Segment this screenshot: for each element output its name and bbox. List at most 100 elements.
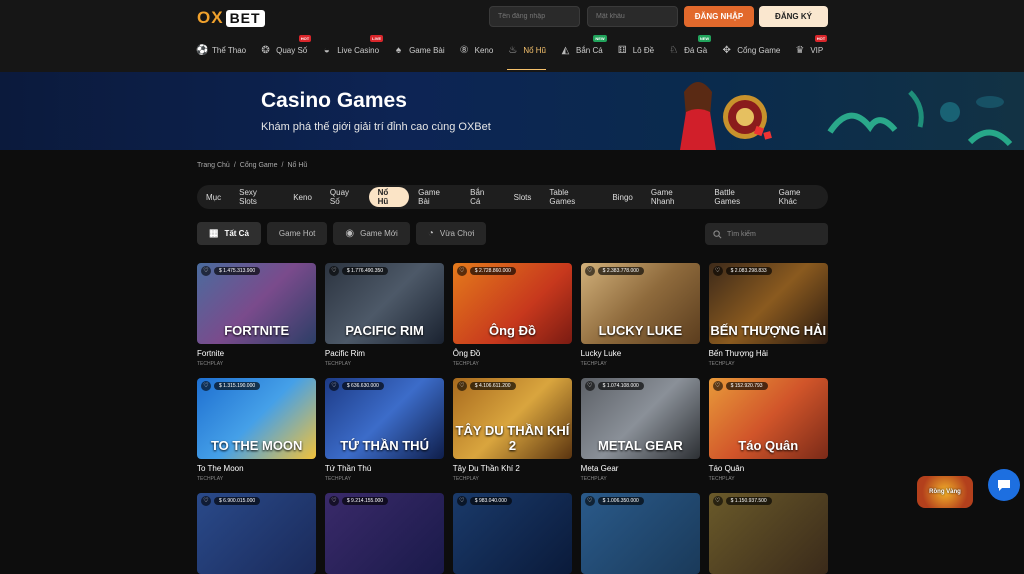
category-tab[interactable]: Bingo: [603, 187, 641, 207]
category-tab[interactable]: Keno: [284, 187, 321, 207]
filter-button[interactable]: ◔ Vừa Chơi: [415, 222, 487, 245]
game-card[interactable]: METAL GEAR ♡ $ 1.074.108.000 Meta Gear TECHP…: [580, 378, 701, 482]
heart-icon[interactable]: ♡: [584, 496, 595, 506]
game-thumbnail[interactable]: FORTNITE ♡ $ 1.475.313.900: [197, 263, 317, 344]
game-card[interactable]: ♡ $ 1.150.937.500: [708, 493, 828, 574]
rooster-icon: ♘: [669, 44, 679, 56]
nav-item-5[interactable]: ♨ Nổ Hũ: [507, 40, 546, 70]
crown-icon: ♛: [795, 44, 805, 56]
game-card[interactable]: Táo Quân ♡ $ 152.920.793 Táo Quân TECHPLAY: [708, 378, 828, 482]
game-card[interactable]: ♡ $ 983.040.000: [452, 493, 573, 574]
jackpot-row: ♡ $ 636.630.000: [328, 381, 384, 391]
heart-icon[interactable]: ♡: [328, 266, 339, 276]
game-thumbnail[interactable]: TỨ THẦN THÚ ♡ $ 636.630.000: [324, 378, 445, 459]
heart-icon[interactable]: ♡: [584, 266, 595, 276]
banner-subtitle: Khám phá thế giới giải trí đỉnh cao cùng…: [261, 121, 491, 133]
category-tab[interactable]: Sexy Slots: [230, 187, 284, 207]
category-tab[interactable]: Table Games: [540, 187, 603, 207]
nav-item-8[interactable]: ♘ Đá Gà NEW: [668, 35, 712, 60]
nav-badge: NEW: [697, 35, 712, 42]
game-thumbnail[interactable]: TO THE MOON ♡ $ 1.315.190.000: [197, 378, 317, 459]
heart-icon[interactable]: ♡: [712, 266, 723, 276]
game-card[interactable]: ♡ $ 1.006.350.000: [580, 493, 701, 574]
heart-icon[interactable]: ♡: [201, 381, 211, 391]
game-card[interactable]: LUCKY LUKE ♡ $ 2.383.778.000 Lucky Luke TECH…: [580, 263, 701, 367]
search-box[interactable]: Tìm kiếm: [705, 223, 828, 245]
live-chat-button[interactable]: [988, 469, 1020, 501]
jackpot-row: ♡ $ 9.214.155.000: [328, 496, 389, 506]
category-tab[interactable]: Quay Số: [321, 187, 369, 207]
game-card[interactable]: TÂY DU THẦN KHÍ 2 ♡ $ 4.106.611.200 Tây Du …: [452, 378, 573, 482]
chat-bubble-icon: [998, 480, 1010, 491]
register-button[interactable]: ĐĂNG KÝ: [759, 6, 828, 27]
heart-icon[interactable]: ♡: [456, 496, 467, 506]
game-card[interactable]: ♡ $ 9.214.155.000: [324, 493, 445, 574]
category-tab[interactable]: Game Bài: [409, 187, 461, 207]
filter-button[interactable]: Game Hot: [266, 222, 328, 245]
game-card[interactable]: ♡ $ 6.900.015.000: [197, 493, 317, 574]
breadcrumb-item[interactable]: Cổng Game: [240, 162, 278, 169]
game-art-title: PACIFIC RIM: [345, 323, 424, 338]
game-card[interactable]: BẾN THƯỢNG HẢI ♡ $ 2.083.298.833 Bến Thượng…: [708, 263, 828, 367]
heart-icon[interactable]: ♡: [712, 496, 723, 506]
category-tab[interactable]: Slots: [505, 187, 541, 207]
game-card[interactable]: TO THE MOON ♡ $ 1.315.190.000 To The Moon TE…: [197, 378, 317, 482]
nav-item-3[interactable]: ♠ Game Bài: [393, 40, 445, 60]
game-card[interactable]: FORTNITE ♡ $ 1.475.313.900 Fortnite TECHPLAY: [197, 263, 317, 367]
game-thumbnail[interactable]: ♡ $ 9.214.155.000: [324, 493, 445, 574]
nav-item-1[interactable]: ❂ Quay Số HOT: [260, 35, 312, 60]
game-card[interactable]: PACIFIC RIM ♡ $ 1.776.490.350 Pacific Rim TE…: [324, 263, 445, 367]
game-thumbnail[interactable]: METAL GEAR ♡ $ 1.074.108.000: [580, 378, 701, 459]
game-thumbnail[interactable]: ♡ $ 1.006.350.000: [580, 493, 701, 574]
gamepad-icon: ✥: [722, 44, 731, 56]
nav-item-6[interactable]: ◭ Bắn Cá NEW: [560, 35, 607, 60]
game-thumbnail[interactable]: ♡ $ 983.040.000: [452, 493, 573, 574]
heart-icon[interactable]: ♡: [328, 496, 339, 506]
promo-widget[interactable]: Rồng Vàng: [917, 476, 973, 508]
heart-icon[interactable]: ♡: [456, 381, 467, 391]
breadcrumb-item[interactable]: Trang Chủ: [197, 162, 230, 169]
password-input[interactable]: [587, 6, 678, 27]
category-tab[interactable]: Game Nhanh: [642, 187, 705, 207]
category-tab[interactable]: Game Khác: [770, 187, 828, 207]
heart-icon[interactable]: ♡: [328, 381, 339, 391]
nav-item-4[interactable]: ⑧ Keno: [459, 40, 494, 60]
game-provider: TECHPLAY: [197, 361, 224, 367]
nav-item-7[interactable]: ⚅ Lô Đề: [617, 40, 654, 60]
login-button[interactable]: ĐĂNG NHẬP: [684, 6, 754, 27]
game-card[interactable]: TỨ THẦN THÚ ♡ $ 636.630.000 Tứ Thần Thú TECH…: [324, 378, 445, 482]
game-thumbnail[interactable]: BẾN THƯỢNG HẢI ♡ $ 2.083.298.833: [708, 263, 828, 344]
game-thumbnail[interactable]: LUCKY LUKE ♡ $ 2.383.778.000: [580, 263, 701, 344]
filter-button[interactable]: ▦ Tất Cả: [197, 222, 261, 245]
nav-item-0[interactable]: ⚽ Thể Thao: [196, 40, 246, 60]
game-thumbnail[interactable]: Ông Đồ ♡ $ 2.728.860.000: [452, 263, 573, 344]
game-name: Lucky Luke: [580, 349, 622, 358]
game-thumbnail[interactable]: ♡ $ 6.900.015.000: [197, 493, 317, 574]
heart-icon[interactable]: ♡: [456, 266, 467, 276]
category-tab[interactable]: Bắn Cá: [461, 187, 504, 207]
game-thumbnail[interactable]: TÂY DU THẦN KHÍ 2 ♡ $ 4.106.611.200: [452, 378, 573, 459]
nav-item-10[interactable]: ♛ VIP HOT: [794, 35, 828, 60]
oxbet-logo[interactable]: OX BET: [197, 8, 265, 28]
username-input[interactable]: [489, 6, 580, 27]
category-tab[interactable]: Mục: [197, 187, 230, 207]
heart-icon[interactable]: ♡: [712, 381, 723, 391]
heart-icon[interactable]: ♡: [201, 266, 211, 276]
jackpot-row: ♡ $ 152.920.793: [712, 381, 768, 391]
nav-badge: NEW: [593, 35, 607, 42]
category-tab[interactable]: Nổ Hũ: [368, 187, 410, 207]
heart-icon[interactable]: ♡: [201, 496, 211, 506]
nav-item-2[interactable]: ◒ Live Casino LIVE: [321, 35, 384, 60]
filter-button[interactable]: ◉ Game Mới: [333, 222, 410, 245]
jackpot-row: ♡ $ 2.383.778.000: [584, 266, 644, 276]
nav-item-9[interactable]: ✥ Cổng Game: [721, 40, 780, 60]
game-card[interactable]: Ông Đồ ♡ $ 2.728.860.000 Ông Đồ TECHPLAY: [452, 263, 573, 367]
game-thumbnail[interactable]: PACIFIC RIM ♡ $ 1.776.490.350: [324, 263, 445, 344]
jackpot-value: $ 1.315.190.000: [214, 382, 261, 390]
category-tab[interactable]: Battle Games: [705, 187, 769, 207]
heart-icon[interactable]: ♡: [584, 381, 595, 391]
mask-icon: ◒: [323, 44, 330, 56]
game-art-title: Táo Quân: [738, 438, 799, 453]
game-thumbnail[interactable]: ♡ $ 1.150.937.500: [708, 493, 828, 574]
game-thumbnail[interactable]: Táo Quân ♡ $ 152.920.793: [708, 378, 828, 459]
